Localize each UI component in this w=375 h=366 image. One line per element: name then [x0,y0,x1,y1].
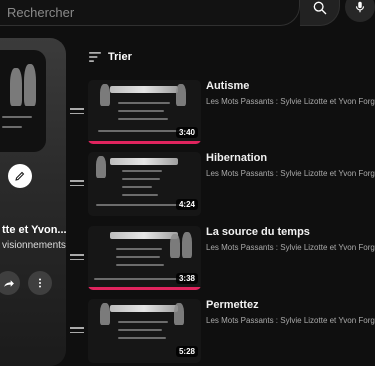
video-title[interactable]: Permettez [206,299,259,311]
sort-button[interactable]: Trier [88,51,132,63]
list-item[interactable]: 3:40 Autisme Les Mots Passants : Sylvie … [70,80,375,146]
drag-handle-icon[interactable] [70,254,84,262]
watch-progress-bar [88,287,201,290]
drag-handle-icon[interactable] [70,180,84,188]
video-meta: Les Mots Passants : Sylvie Lizotte et Yv… [206,316,375,325]
edit-button[interactable] [8,164,32,188]
edit-icon [15,171,25,181]
video-duration: 4:24 [175,199,198,210]
voice-search-button[interactable] [345,0,375,22]
video-thumbnail[interactable]: 3:38 [88,226,201,290]
sort-label: Trier [108,51,132,63]
video-duration: 3:40 [175,127,198,138]
search-bar[interactable] [0,0,300,26]
playlist-page: tte et Yvon... visionnements Trier 3:40 … [0,0,375,366]
share-button[interactable] [0,271,20,295]
video-thumbnail[interactable]: 3:40 [88,80,201,144]
more-options-button[interactable] [28,271,52,295]
video-meta: Les Mots Passants : Sylvie Lizotte et Yv… [206,243,375,252]
mic-icon [355,1,365,13]
list-item[interactable]: 4:24 Hibernation Les Mots Passants : Syl… [70,152,375,218]
drag-handle-icon[interactable] [70,327,84,335]
share-icon [3,279,14,287]
playlist-header-card: tte et Yvon... visionnements [0,38,66,366]
more-icon [39,278,41,288]
video-title[interactable]: Autisme [206,80,249,92]
search-icon [313,1,326,15]
video-title[interactable]: Hibernation [206,152,267,164]
playlist-thumbnail[interactable] [0,50,46,152]
video-thumbnail[interactable]: 5:28 [88,299,201,363]
video-meta: Les Mots Passants : Sylvie Lizotte et Yv… [206,169,375,178]
playlist-title: tte et Yvon... [2,224,66,236]
search-input[interactable] [7,3,287,21]
sort-icon [89,52,101,62]
video-title[interactable]: La source du temps [206,226,310,238]
list-item[interactable]: 3:38 La source du temps Les Mots Passant… [70,226,375,292]
video-duration: 5:28 [175,346,198,357]
watch-progress-bar [88,141,201,144]
video-duration: 3:38 [175,273,198,284]
search-button[interactable] [300,0,340,26]
video-meta: Les Mots Passants : Sylvie Lizotte et Yv… [206,97,375,106]
playlist-views: visionnements [2,240,66,251]
list-item[interactable]: 5:28 Permettez Les Mots Passants : Sylvi… [70,299,375,365]
drag-handle-icon[interactable] [70,108,84,116]
video-thumbnail[interactable]: 4:24 [88,152,201,216]
